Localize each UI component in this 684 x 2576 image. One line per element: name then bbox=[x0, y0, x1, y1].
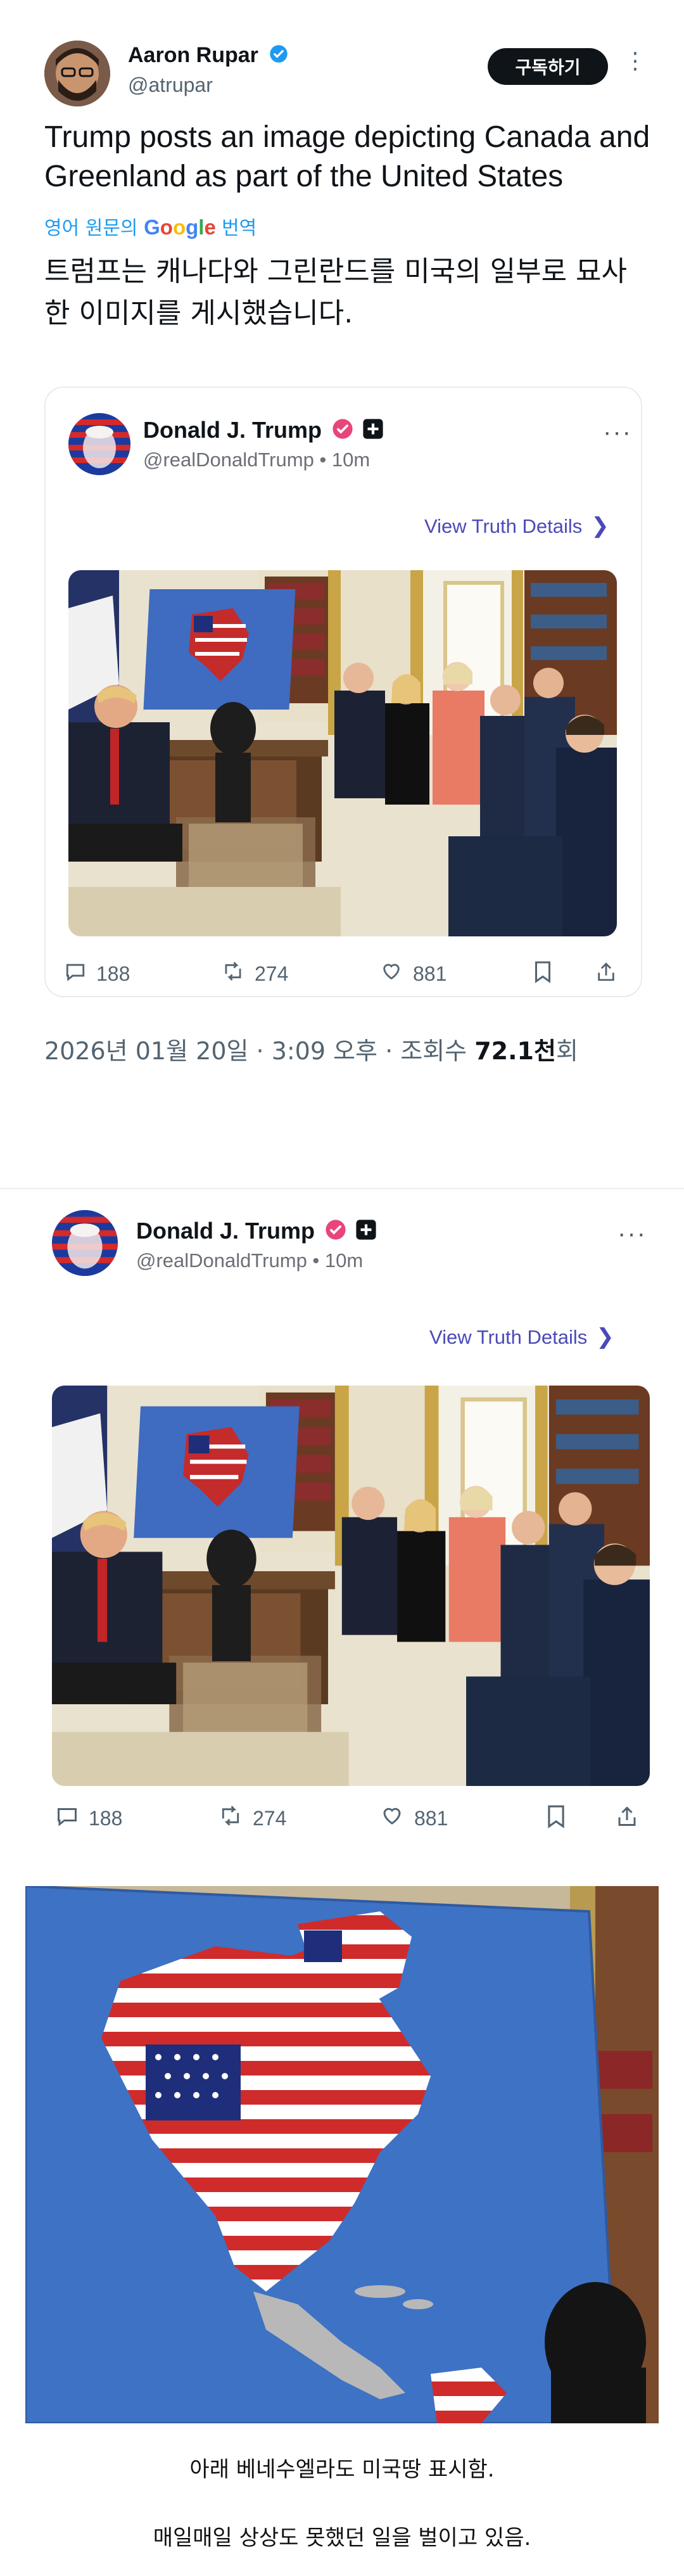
caption-line-2: 매일매일 상상도 못했던 일을 벌이고 있음. bbox=[153, 2525, 531, 2551]
quote-author-handle[interactable]: @realDonaldTrump • 10m bbox=[143, 449, 370, 471]
quote-more-icon[interactable]: ··· bbox=[603, 418, 632, 447]
post2-author-name[interactable]: Donald J. Trump bbox=[136, 1218, 377, 1246]
post2-view-truth-details-label[interactable]: View Truth Details bbox=[429, 1326, 587, 1348]
author-name[interactable]: Aaron Rupar bbox=[128, 43, 288, 69]
views-count: 72.1천 bbox=[474, 1037, 556, 1065]
caption-line-1: 아래 베네수엘라도 미국땅 표시함. bbox=[189, 2457, 495, 2482]
views-suffix: 회 bbox=[555, 1037, 578, 1065]
author-avatar[interactable] bbox=[44, 41, 110, 106]
trump-avatar-2[interactable] bbox=[52, 1210, 118, 1276]
section-divider bbox=[0, 1188, 684, 1189]
quote-author-name-text[interactable]: Donald J. Trump bbox=[143, 417, 322, 443]
oval-office-photo-2[interactable] bbox=[52, 1386, 650, 1786]
verified-badge-icon bbox=[269, 44, 288, 69]
quote-like-action[interactable]: 881 bbox=[380, 960, 446, 987]
comment-icon bbox=[65, 960, 86, 987]
view-truth-details-label[interactable]: View Truth Details bbox=[424, 515, 582, 537]
post2-author-handle[interactable]: @realDonaldTrump • 10m bbox=[136, 1249, 363, 1272]
plus-badge-icon bbox=[362, 418, 384, 445]
share-icon[interactable] bbox=[595, 960, 617, 983]
retruth-icon-2 bbox=[218, 1804, 243, 1832]
share-icon-2[interactable] bbox=[616, 1804, 638, 1828]
author-handle[interactable]: @atrupar bbox=[128, 73, 213, 97]
tweet-text: Trump posts an image depicting Canada an… bbox=[44, 120, 650, 193]
like-count: 881 bbox=[413, 962, 447, 985]
quoted-post-card[interactable]: Donald J. Trump @realDonaldTrump • 10m ·… bbox=[44, 386, 642, 997]
quote-author-name[interactable]: Donald J. Trump bbox=[143, 417, 384, 445]
chevron-right-icon-2: ❯ bbox=[596, 1325, 614, 1349]
retruth-count: 274 bbox=[255, 962, 289, 985]
retruth-count-2: 274 bbox=[253, 1806, 287, 1830]
translate-link[interactable]: 영어 원문의 Google 번역 bbox=[44, 212, 256, 240]
view-truth-details-link[interactable]: View Truth Details ❯ bbox=[424, 513, 609, 539]
heart-icon bbox=[380, 960, 403, 987]
pink-verified-icon-2 bbox=[325, 1219, 346, 1246]
quote-comment-action[interactable]: 188 bbox=[65, 960, 130, 987]
bookmark-icon[interactable] bbox=[533, 960, 552, 983]
post2-retruth-action[interactable]: 274 bbox=[218, 1804, 286, 1832]
tweet-timestamp[interactable]: 2026년 01월 20일 · 3:09 오후 · 조회수 72.1천회 bbox=[44, 1031, 578, 1066]
post2-view-truth-details-link[interactable]: View Truth Details ❯ bbox=[429, 1324, 614, 1349]
retruth-icon bbox=[222, 960, 244, 987]
translated-text: 트럼프는 캐나다와 그린란드를 미국의 일부로 묘사한 이미지를 게시했습니다. bbox=[44, 255, 628, 329]
google-logo: Google bbox=[144, 215, 216, 239]
heart-icon-2 bbox=[380, 1804, 404, 1832]
post2-like-action[interactable]: 881 bbox=[380, 1804, 448, 1832]
post2-more-icon[interactable]: ··· bbox=[618, 1220, 647, 1248]
bookmark-icon-2[interactable] bbox=[546, 1804, 566, 1828]
subscribe-button[interactable]: 구독하기 bbox=[488, 48, 608, 85]
chevron-right-icon: ❯ bbox=[591, 514, 609, 538]
zoomed-map-image[interactable] bbox=[25, 1886, 659, 2423]
post2-comment-action[interactable]: 188 bbox=[56, 1804, 122, 1832]
post2-author-name-text[interactable]: Donald J. Trump bbox=[136, 1218, 315, 1244]
comment-icon-2 bbox=[56, 1804, 79, 1832]
quote-retruth-action[interactable]: 274 bbox=[222, 960, 288, 987]
oval-office-photo[interactable] bbox=[68, 570, 617, 936]
like-count-2: 881 bbox=[414, 1806, 448, 1830]
comment-count-2: 188 bbox=[89, 1806, 123, 1830]
translate-prefix: 영어 원문의 bbox=[44, 217, 138, 239]
plus-badge-icon-2 bbox=[355, 1219, 377, 1246]
trump-avatar[interactable] bbox=[68, 413, 130, 475]
more-options-icon[interactable]: ⋮ bbox=[624, 49, 647, 72]
translate-suffix: 번역 bbox=[221, 217, 257, 239]
author-name-text[interactable]: Aaron Rupar bbox=[128, 43, 258, 67]
comment-count: 188 bbox=[96, 962, 130, 985]
timestamp-text: 2026년 01월 20일 · 3:09 오후 · 조회수 bbox=[44, 1037, 475, 1065]
pink-verified-icon bbox=[332, 418, 353, 445]
